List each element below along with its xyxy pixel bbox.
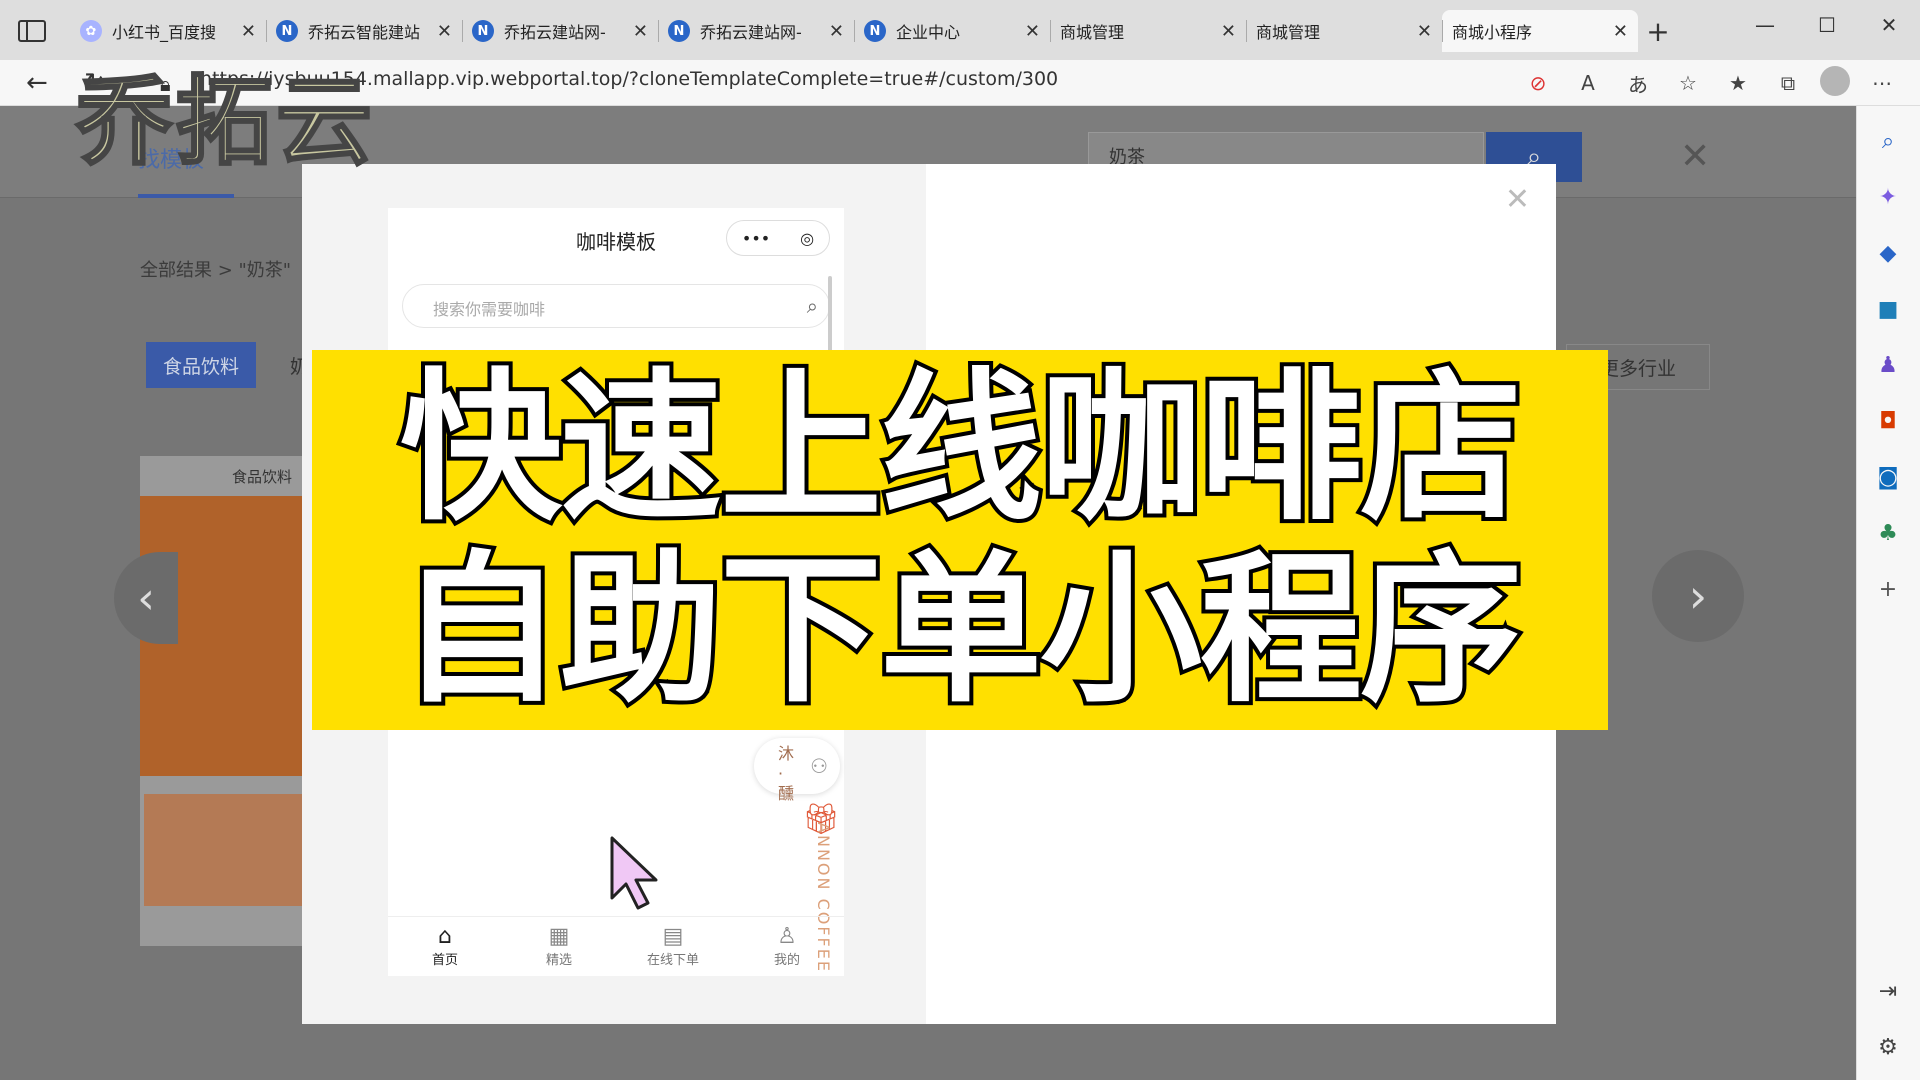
favorite-add-icon[interactable]: ☆ [1670,66,1706,100]
search-icon[interactable]: ⌕ [1873,126,1903,156]
template-card[interactable]: 食品饮料 [140,456,302,946]
n-logo-icon: N [472,20,494,42]
home-icon: ⌂ [438,924,452,949]
grid-icon: ▦ [548,924,570,949]
avatar[interactable] [1820,66,1850,96]
toolbar-icons: ⊘ A あ ☆ ★ ⧉ ⋯ [1520,66,1900,100]
people-icon[interactable]: ♟ [1873,350,1903,380]
tab-label: 乔拓云智能建站 [308,23,421,42]
maximize-icon[interactable]: ☐ [1796,10,1858,40]
browser-tab[interactable]: 商城管理 ✕ [1050,10,1246,52]
close-window-icon[interactable]: ✕ [1858,10,1920,40]
phone-search-input[interactable]: 搜索你需要咖啡 [402,284,830,328]
tab-close-icon[interactable]: ✕ [1417,21,1432,42]
tab-actions-icon[interactable] [18,20,46,42]
tab-label: 商城小程序 [1452,23,1533,42]
read-aloud-icon[interactable]: A [1570,66,1606,100]
tab-label: 商城管理 [1256,23,1321,42]
mouse-cursor-icon [610,836,658,910]
browser-tab[interactable]: N 企业中心 ✕ [854,10,1050,52]
tab-label: 精选 [545,953,572,968]
n-logo-icon: N [668,20,690,42]
banner-title-line: 快速上线咖啡店 [396,355,1526,543]
clipboard-icon: ▤ [662,924,684,949]
n-logo-icon: N [276,20,298,42]
tab-close-icon[interactable]: ✕ [1221,21,1236,42]
close-icon[interactable]: ✕ [1680,136,1710,177]
tab-label: 企业中心 [896,23,961,42]
miniapp-capsule[interactable]: ••• ◎ [726,220,830,256]
tab-label: 在线下单 [646,953,699,968]
browser-sidebar: ⌕ ✦ ◆ ■ ♟ ◘ ◙ ♣ + ⇥ ⚙ [1856,106,1920,1080]
scrollbar[interactable] [828,276,832,360]
tab-underline [138,194,234,198]
paw-icon: ✿ [80,20,102,42]
tab-label: 首页 [431,953,458,968]
modal-close-icon[interactable]: ✕ [1505,182,1530,217]
float-brand-text: 沐 · 醺 [778,744,795,803]
browser-tab[interactable]: N 乔拓云建站网- ✕ [658,10,854,52]
favorites-icon[interactable]: ★ [1720,66,1756,100]
minimize-icon[interactable]: — [1734,10,1796,40]
sparkle-icon[interactable]: ✦ [1873,182,1903,212]
new-tab-button[interactable]: + [1638,10,1678,52]
tab-label: 乔拓云建站网- [504,23,606,42]
collections-icon[interactable]: ⧉ [1770,66,1806,100]
tag-icon[interactable]: ◆ [1873,238,1903,268]
logo-watermark: 乔拓云 [75,65,376,180]
wechat-icon: ⚇ [810,754,828,778]
next-arrow-icon[interactable]: › [1652,550,1744,642]
translate-icon[interactable]: あ [1620,66,1656,100]
prev-arrow-icon[interactable]: ‹ [114,552,178,644]
tab-close-icon[interactable]: ✕ [1613,21,1628,42]
tracking-prevention-icon[interactable]: ⊘ [1520,66,1556,100]
outlook-icon[interactable]: ◙ [1873,462,1903,492]
tab-close-icon[interactable]: ✕ [633,21,648,42]
more-icon[interactable]: ••• [742,229,770,248]
bottom-tab-bar: ⌂ 首页 ▦ 精选 ▤ 在线下单 ♙ 我的 [388,916,844,976]
target-icon[interactable]: ◎ [800,229,814,248]
tab-close-icon[interactable]: ✕ [1025,21,1040,42]
n-logo-icon: N [864,20,886,42]
tab-label: 我的 [773,953,800,968]
category-button-active[interactable]: 食品饮料 [146,342,256,388]
tab-featured[interactable]: ▦ 精选 [502,917,616,976]
user-icon: ♙ [777,924,797,949]
tab-label: 乔拓云建站网- [700,23,802,42]
settings-icon[interactable]: ⚙ [1873,1032,1903,1062]
title-banner: 快速上线咖啡店 自助下单小程序 [312,350,1608,730]
add-icon[interactable]: + [1873,574,1903,604]
sidebar-collapse-icon[interactable]: ⇥ [1873,976,1903,1006]
browser-tab-active[interactable]: 商城小程序 ✕ [1442,10,1638,52]
tab-mine[interactable]: ♙ 我的 [730,917,844,976]
search-icon[interactable]: ⌕ [807,294,818,318]
office-icon[interactable]: ◘ [1873,406,1903,436]
tab-label: 小红书_百度搜 [112,23,217,42]
tab-order-online[interactable]: ▤ 在线下单 [616,917,730,976]
tab-close-icon[interactable]: ✕ [241,21,256,42]
window-controls: — ☐ ✕ [1734,10,1920,40]
banner-title-line: 自助下单小程序 [396,537,1526,725]
more-icon[interactable]: ⋯ [1864,66,1900,100]
tree-icon[interactable]: ♣ [1873,518,1903,548]
back-icon[interactable]: ← [26,68,48,98]
card-preview-image-secondary [144,794,302,906]
tab-home[interactable]: ⌂ 首页 [388,917,502,976]
toolbox-icon[interactable]: ■ [1873,294,1903,324]
tab-close-icon[interactable]: ✕ [437,21,452,42]
tab-label: 商城管理 [1060,23,1125,42]
card-label: 食品饮料 [232,468,293,486]
browser-tab[interactable]: N 乔拓云建站网- ✕ [462,10,658,52]
breadcrumb: 全部结果 > "奶茶" [140,260,292,281]
browser-tab[interactable]: 商城管理 ✕ [1246,10,1442,52]
tab-close-icon[interactable]: ✕ [829,21,844,42]
